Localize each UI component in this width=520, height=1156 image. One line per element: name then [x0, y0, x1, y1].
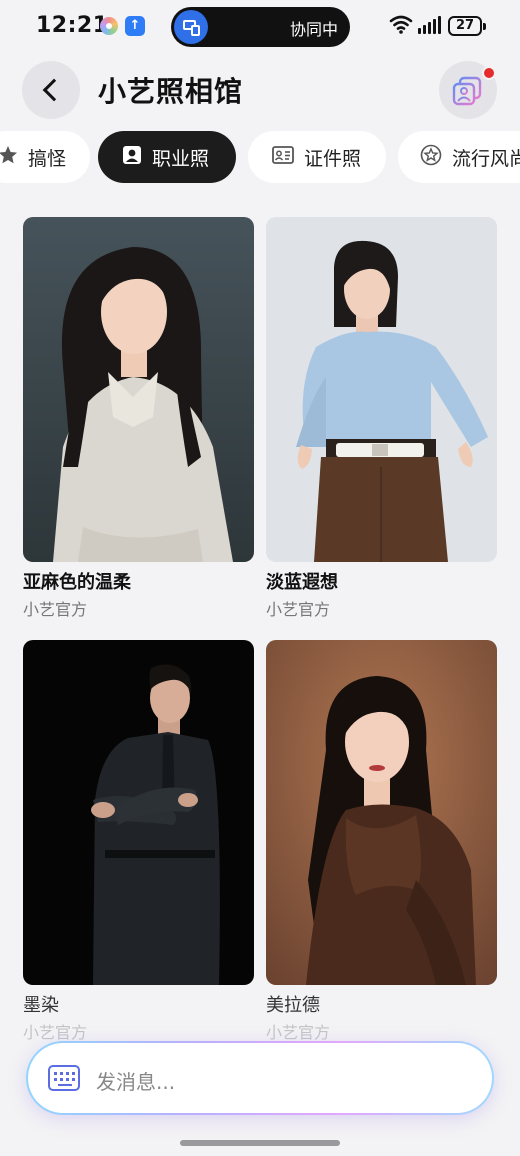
tab-label: 证件照 — [304, 147, 362, 170]
back-button[interactable] — [22, 61, 80, 119]
style-author: 小艺官方 — [266, 600, 331, 619]
tab-label: 职业照 — [152, 147, 210, 170]
tab-id-photo[interactable]: 证件照 — [248, 131, 386, 183]
flower-notification-icon — [100, 17, 118, 35]
style-thumbnail — [266, 217, 497, 562]
status-bar: 12:21 ↑ 协同中 27 — [0, 0, 520, 52]
collaboration-status: 协同中 — [289, 20, 338, 39]
style-card[interactable]: 美拉德 小艺官方 — [266, 640, 497, 1044]
message-input[interactable]: 发消息... — [26, 1041, 494, 1115]
style-author: 小艺官方 — [23, 600, 88, 619]
star-circle-icon — [420, 144, 442, 171]
upload-notification-icon: ↑ — [125, 16, 145, 36]
tab-funny[interactable]: 搞怪 — [0, 131, 90, 183]
tab-label: 搞怪 — [28, 147, 67, 170]
style-card[interactable]: 亚麻色的温柔 小艺官方 — [23, 217, 254, 621]
home-indicator[interactable] — [180, 1140, 340, 1146]
style-title: 淡蓝遐想 — [266, 572, 338, 593]
battery-indicator: 27 — [448, 16, 486, 36]
style-card[interactable]: 淡蓝遐想 小艺官方 — [266, 217, 497, 621]
page-title: 小艺照相馆 — [98, 75, 244, 108]
multi-screen-icon — [174, 10, 208, 44]
style-title: 墨染 — [23, 995, 59, 1016]
style-card[interactable]: 墨染 小艺官方 — [23, 640, 254, 1044]
portrait-icon — [122, 145, 142, 170]
style-thumbnail — [23, 640, 254, 985]
message-placeholder: 发消息... — [96, 1070, 176, 1094]
style-thumbnail — [266, 640, 497, 985]
star-icon — [0, 145, 18, 170]
photo-album-icon — [452, 76, 482, 106]
notification-badge — [482, 66, 496, 80]
keyboard-icon[interactable] — [48, 1065, 80, 1091]
wifi-icon — [389, 15, 413, 34]
tab-trending[interactable]: 流行风尚 — [398, 131, 520, 183]
tab-label: 流行风尚 — [452, 147, 520, 170]
style-thumbnail — [23, 217, 254, 562]
tab-professional[interactable]: 职业照 — [98, 131, 236, 183]
signal-icon — [418, 16, 441, 34]
collaboration-pill[interactable]: 协同中 — [171, 7, 350, 47]
style-title: 亚麻色的温柔 — [23, 572, 131, 593]
style-title: 美拉德 — [266, 995, 320, 1016]
id-card-icon — [272, 145, 294, 169]
status-time: 12:21 — [36, 13, 109, 38]
category-tabs: 搞怪 职业照 证件照 流行风尚 — [0, 131, 520, 183]
